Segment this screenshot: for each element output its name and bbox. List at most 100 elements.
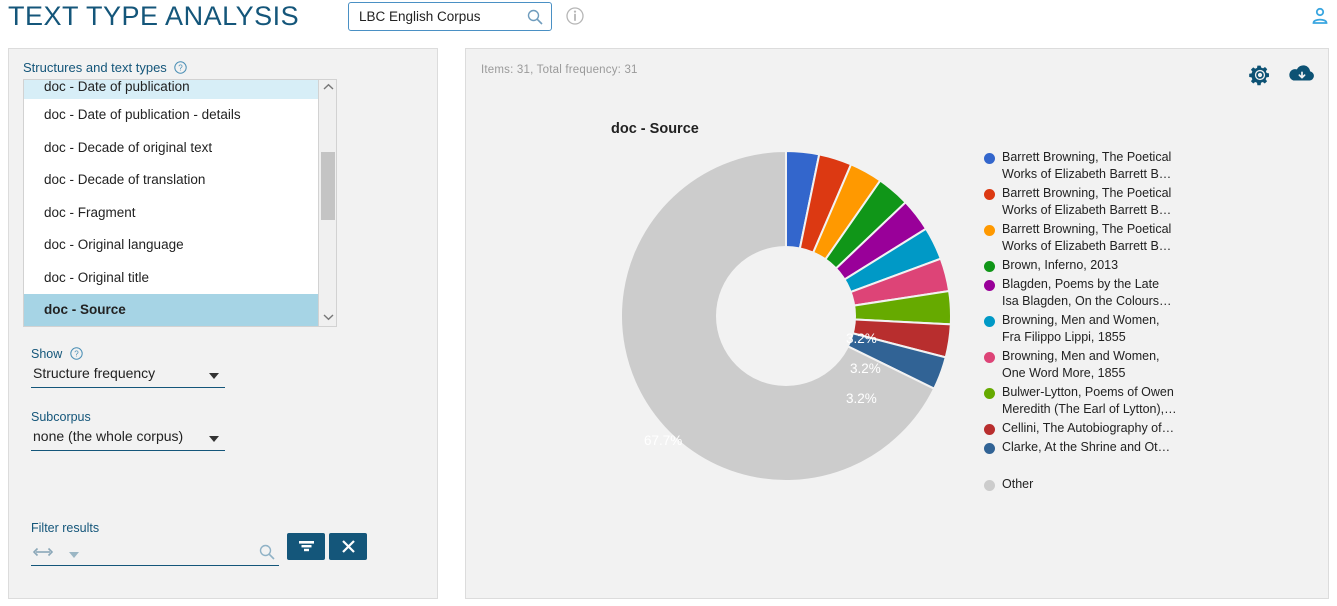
legend-color-swatch bbox=[984, 388, 995, 399]
legend-item[interactable]: Brown, Inferno, 2013 bbox=[984, 257, 1199, 274]
corpus-name-value: LBC English Corpus bbox=[359, 9, 481, 24]
app-header: TEXT TYPE ANALYSIS LBC English Corpus bbox=[0, 0, 1337, 40]
legend-label: Browning, Men and Women, One Word More, 1… bbox=[1002, 349, 1160, 380]
list-item-label: doc - Source bbox=[44, 302, 126, 317]
legend-label: Blagden, Poems by the Late Isa Blagden, O… bbox=[1002, 277, 1172, 308]
info-icon[interactable] bbox=[566, 7, 584, 25]
results-panel: Items: 31, Total frequency: 31 doc - Sou… bbox=[465, 48, 1329, 599]
donut-hole bbox=[716, 246, 856, 386]
text-type-analysis-page: TEXT TYPE ANALYSIS LBC English Corpus St… bbox=[0, 0, 1337, 606]
structures-label: Structures and text types ? bbox=[23, 60, 188, 75]
subcorpus-value: none (the whole corpus) bbox=[33, 428, 184, 444]
legend-color-swatch bbox=[984, 352, 995, 363]
list-item-doc-source[interactable]: doc - Source bbox=[24, 294, 318, 326]
help-icon[interactable]: ? bbox=[174, 61, 188, 74]
list-item-label: doc - Date of publication bbox=[44, 80, 190, 94]
legend-color-swatch bbox=[984, 189, 995, 200]
legend-label: Cellini, The Autobiography of… bbox=[1002, 421, 1175, 435]
legend-item[interactable]: Barrett Browning, The Poetical Works of E… bbox=[984, 149, 1199, 183]
list-item[interactable]: doc - Original language bbox=[24, 229, 318, 262]
chevron-up-icon[interactable] bbox=[319, 80, 337, 96]
list-item-label: doc - Fragment bbox=[44, 204, 136, 220]
scrollbar-thumb[interactable] bbox=[321, 152, 335, 220]
corpus-selector[interactable]: LBC English Corpus bbox=[348, 2, 552, 31]
legend-item[interactable]: Browning, Men and Women, Fra Filippo Lipp… bbox=[984, 312, 1199, 346]
list-item[interactable]: doc - Fragment bbox=[24, 197, 318, 230]
search-icon[interactable] bbox=[259, 544, 275, 560]
search-icon[interactable] bbox=[527, 9, 543, 25]
svg-text:?: ? bbox=[74, 350, 79, 359]
clear-filter-button[interactable] bbox=[329, 533, 367, 560]
legend-color-swatch bbox=[984, 316, 995, 327]
page-title: TEXT TYPE ANALYSIS bbox=[8, 1, 300, 31]
apply-filter-button[interactable] bbox=[287, 533, 325, 560]
legend-item[interactable]: Browning, Men and Women, One Word More, 1… bbox=[984, 348, 1199, 382]
legend-color-swatch bbox=[984, 225, 995, 236]
structures-listbox[interactable]: doc - Date of publication doc - Date of … bbox=[23, 79, 319, 327]
structures-label-text: Structures and text types bbox=[23, 60, 167, 75]
subcorpus-select[interactable]: none (the whole corpus) bbox=[31, 426, 225, 451]
show-select[interactable]: Structure frequency bbox=[31, 363, 225, 388]
legend-list: Barrett Browning, The Poetical Works of E… bbox=[984, 149, 1199, 456]
svg-text:?: ? bbox=[179, 64, 184, 73]
chevron-down-icon[interactable] bbox=[209, 436, 219, 442]
list-item[interactable]: doc - Date of publication bbox=[24, 80, 318, 99]
legend-color-swatch bbox=[984, 480, 995, 491]
legend-label: Barrett Browning, The Poetical Works of E… bbox=[1002, 222, 1172, 253]
list-item[interactable]: doc - Decade of original text bbox=[24, 132, 318, 165]
list-item-label: doc - Original language bbox=[44, 237, 184, 252]
legend-item[interactable]: Clarke, At the Shrine and Ot… bbox=[984, 439, 1199, 456]
slice-label-lime: 3.2% bbox=[850, 361, 881, 376]
items-info: Items: 31, Total frequency: 31 bbox=[481, 64, 638, 76]
legend-label: Other bbox=[1002, 477, 1034, 491]
filter-input-wrapper[interactable] bbox=[31, 541, 279, 566]
legend-item[interactable]: Barrett Browning, The Poetical Works of E… bbox=[984, 221, 1199, 255]
legend-label: Barrett Browning, The Poetical Works of E… bbox=[1002, 150, 1172, 181]
legend-item[interactable]: Blagden, Poems by the Late Isa Blagden, O… bbox=[984, 276, 1199, 310]
legend-color-swatch bbox=[984, 280, 995, 291]
list-item[interactable]: doc - Date of publication - details bbox=[24, 99, 318, 132]
list-item-label: doc - Decade of original text bbox=[44, 139, 213, 155]
list-item-label: doc - Date of publication - details bbox=[44, 107, 241, 122]
chevron-down-icon[interactable] bbox=[319, 310, 337, 326]
chevron-down-icon[interactable] bbox=[209, 373, 219, 379]
legend-label: Brown, Inferno, 2013 bbox=[1002, 258, 1119, 272]
slice-label-darkred: 3.2% bbox=[846, 391, 877, 406]
user-account-icon[interactable] bbox=[1311, 7, 1329, 25]
donut-chart[interactable]: 3.2% 3.2% 3.2% 67.7% bbox=[616, 146, 956, 491]
horizontal-resize-icon[interactable] bbox=[32, 545, 54, 559]
legend-color-swatch bbox=[984, 424, 995, 435]
list-item-label: doc - Original title bbox=[44, 269, 150, 285]
legend-color-swatch bbox=[984, 261, 995, 272]
slice-label-pink: 3.2% bbox=[846, 331, 877, 346]
list-item[interactable]: doc - Decade of translation bbox=[24, 164, 318, 197]
chart-title: doc - Source bbox=[611, 121, 699, 137]
subcorpus-label: Subcorpus bbox=[31, 410, 91, 424]
legend-item[interactable]: Barrett Browning, The Poetical Works of E… bbox=[984, 185, 1199, 219]
filter-results-field: Filter results bbox=[31, 519, 411, 566]
show-label-text: Show bbox=[31, 347, 63, 361]
cloud-download-icon[interactable] bbox=[1288, 63, 1316, 87]
show-label: Show ? bbox=[31, 347, 225, 361]
show-field: Show ? Structure frequency bbox=[31, 347, 225, 388]
controls-panel: Structures and text types ? doc - Date o… bbox=[8, 48, 438, 599]
legend-label: Barrett Browning, The Poetical Works of E… bbox=[1002, 186, 1172, 217]
close-x-icon bbox=[341, 540, 355, 553]
help-icon[interactable]: ? bbox=[70, 347, 83, 360]
legend-item-other[interactable]: Other bbox=[984, 476, 1199, 493]
show-value: Structure frequency bbox=[33, 365, 156, 381]
legend-color-swatch bbox=[984, 443, 995, 454]
list-item[interactable]: doc - Original title bbox=[24, 262, 318, 295]
chevron-down-icon[interactable] bbox=[69, 552, 79, 558]
list-item-label: doc - Decade of translation bbox=[44, 172, 206, 187]
gear-settings-icon[interactable] bbox=[1248, 63, 1272, 87]
legend-color-swatch bbox=[984, 153, 995, 164]
subcorpus-field: Subcorpus none (the whole corpus) bbox=[31, 410, 225, 451]
legend-label: Browning, Men and Women, Fra Filippo Lipp… bbox=[1002, 313, 1160, 344]
legend-item[interactable]: Bulwer-Lytton, Poems of Owen Meredith (Th… bbox=[984, 384, 1199, 418]
funnel-filter-icon bbox=[298, 541, 314, 552]
listbox-scrollbar[interactable] bbox=[319, 79, 337, 327]
legend-item[interactable]: Cellini, The Autobiography of… bbox=[984, 420, 1199, 437]
chart-legend: Barrett Browning, The Poetical Works of E… bbox=[984, 149, 1199, 495]
filter-results-label: Filter results bbox=[31, 521, 100, 535]
